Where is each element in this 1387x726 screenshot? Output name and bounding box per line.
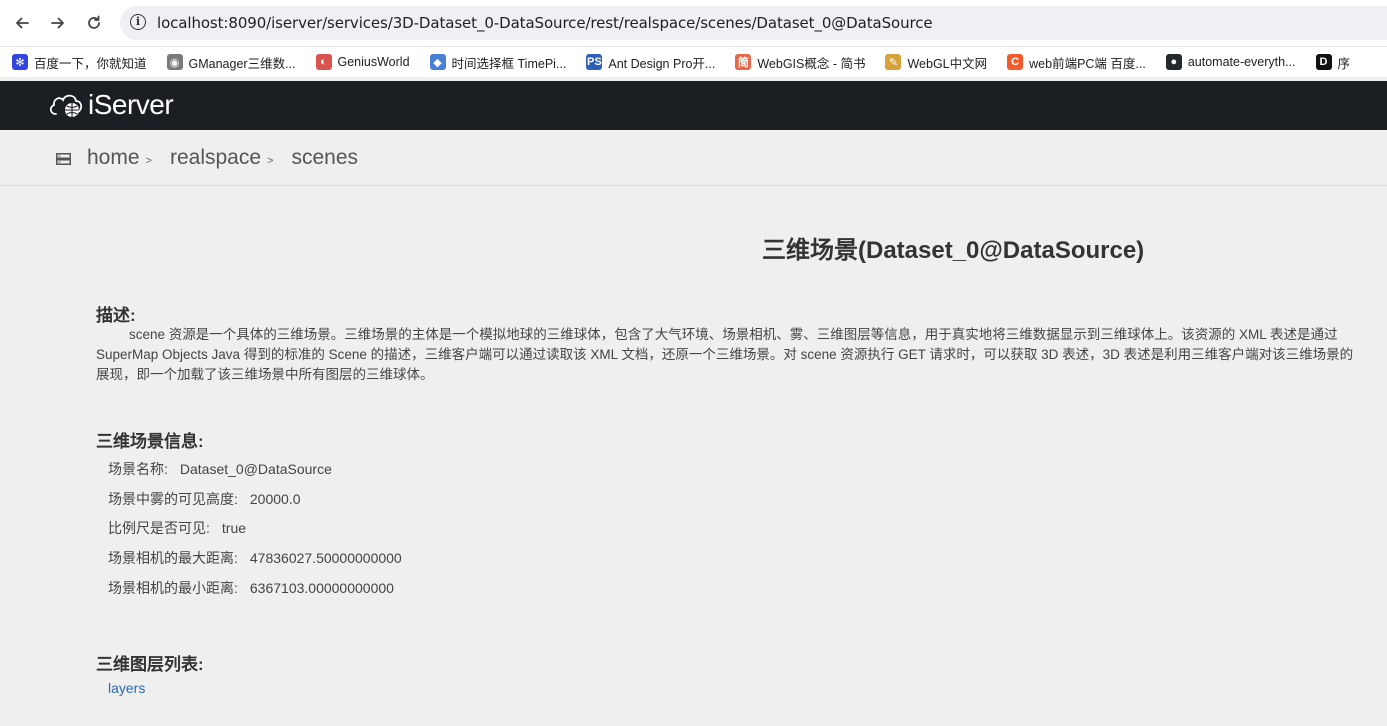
layers-heading: 三维图层列表:	[96, 655, 204, 674]
diamond-icon: ◆	[429, 54, 446, 70]
bookmark-label: web前端PC端 百度...	[1029, 56, 1146, 71]
info-label: 场景中雾的可见高度:	[108, 491, 238, 507]
info-value: Dataset_0@DataSource	[179, 461, 332, 477]
info-label: 比例尺是否可见:	[108, 520, 210, 536]
site-info-icon[interactable]: i	[130, 14, 146, 30]
page-title: 三维场景(Dataset_0@DataSource)	[762, 237, 1145, 264]
bookmark-label: WebGL中文网	[907, 56, 988, 71]
breadcrumb-separator: >	[145, 155, 152, 167]
forward-arrow-icon[interactable]	[46, 11, 70, 35]
bookmark-item[interactable]: Cweb前端PC端 百度...	[1007, 53, 1146, 72]
bookmark-item[interactable]: PS Ant Design Pro开...	[586, 53, 715, 72]
ps-icon: PS	[586, 54, 603, 70]
bookmark-item[interactable]: 简 WebGIS概念 - 简书	[735, 53, 865, 72]
bookmark-item[interactable]: ✻ 百度一下，你就知道	[12, 53, 147, 72]
info-row-fog-height: 场景中雾的可见高度: 20000.0	[108, 489, 301, 509]
scene-info-heading: 三维场景信息:	[96, 432, 204, 451]
breadcrumb-home[interactable]: home	[87, 146, 140, 170]
browser-toolbar: i localhost:8090/iserver/services/3D-Dat…	[0, 0, 1387, 47]
bookmark-label: 序	[1337, 56, 1351, 71]
bookmark-label: Ant Design Pro开...	[608, 56, 716, 71]
breadcrumb: home > realspace > scenes	[0, 130, 1387, 186]
baidu-paw-icon: ✻	[12, 54, 28, 70]
csdn-icon: C	[1007, 54, 1024, 70]
bookmark-label: 时间选择框 TimePi...	[451, 56, 567, 71]
breadcrumb-scenes: scenes	[291, 146, 359, 169]
bookmark-label: automate-everyth...	[1187, 55, 1296, 69]
info-value: 47836027.50000000000	[249, 550, 402, 566]
info-row-camera-max-distance: 场景相机的最大距离: 47836027.50000000000	[108, 548, 402, 568]
bookmark-label: GManager三维数...	[188, 56, 296, 71]
info-row-scale-visible: 比例尺是否可见: true	[108, 518, 246, 538]
breadcrumb-realspace[interactable]: realspace	[170, 146, 261, 170]
bookmark-item[interactable]: ✎ WebGL中文网	[885, 53, 987, 72]
server-list-icon	[56, 153, 71, 165]
address-bar[interactable]: i localhost:8090/iserver/services/3D-Dat…	[120, 6, 1387, 40]
site-header: iServer	[0, 81, 1387, 130]
bookmarks-bar: ✻ 百度一下，你就知道 ◉ GManager三维数... ◐ GeniusWorld ◆ 时间…	[0, 47, 1387, 77]
info-label: 场景相机的最小距离:	[108, 580, 238, 596]
breadcrumb-items: home > realspace > scenes	[87, 146, 358, 170]
layers-link[interactable]: layers	[108, 680, 145, 696]
d-icon: D	[1315, 54, 1332, 70]
info-row-camera-min-distance: 场景相机的最小距离: 6367103.00000000000	[108, 578, 394, 598]
info-value: 20000.0	[249, 491, 301, 507]
bookmark-label: WebGIS概念 - 简书	[757, 56, 866, 71]
github-icon: ●	[1165, 54, 1182, 70]
bookmark-label: GeniusWorld	[337, 55, 410, 69]
geniusworld-icon: ◐	[315, 54, 332, 70]
iserver-logo[interactable]: iServer	[48, 89, 174, 121]
bookmark-item[interactable]: ◐ GeniusWorld	[315, 54, 410, 70]
back-arrow-icon[interactable]	[10, 11, 34, 35]
jianshu-icon: 简	[735, 54, 752, 70]
url-text[interactable]: localhost:8090/iserver/services/3D-Datas…	[157, 14, 933, 32]
bookmark-item[interactable]: ◉ GManager三维数...	[166, 53, 296, 72]
logo-text: iServer	[88, 89, 174, 120]
bookmark-item[interactable]: ● automate-everyth...	[1165, 54, 1296, 70]
pencil-icon: ✎	[885, 54, 902, 70]
description-heading: 描述:	[96, 306, 136, 325]
info-row-scene-name: 场景名称: Dataset_0@DataSource	[108, 459, 332, 479]
globe-icon: ◉	[166, 54, 183, 70]
breadcrumb-separator: >	[267, 155, 274, 167]
bookmark-item[interactable]: ◆ 时间选择框 TimePi...	[429, 53, 567, 72]
bookmark-label: 百度一下，你就知道	[34, 56, 147, 71]
info-value: 6367103.00000000000	[249, 580, 394, 596]
info-label: 场景名称:	[108, 461, 168, 477]
description-text: scene 资源是一个具体的三维场景。三维场景的主体是一个模拟地球的三维球体，包…	[96, 327, 1354, 382]
reload-icon[interactable]	[82, 11, 106, 35]
bookmark-item[interactable]: D序	[1315, 53, 1351, 72]
info-value: true	[221, 520, 247, 536]
info-label: 场景相机的最大距离:	[108, 550, 238, 566]
cloud-globe-icon	[49, 94, 83, 117]
